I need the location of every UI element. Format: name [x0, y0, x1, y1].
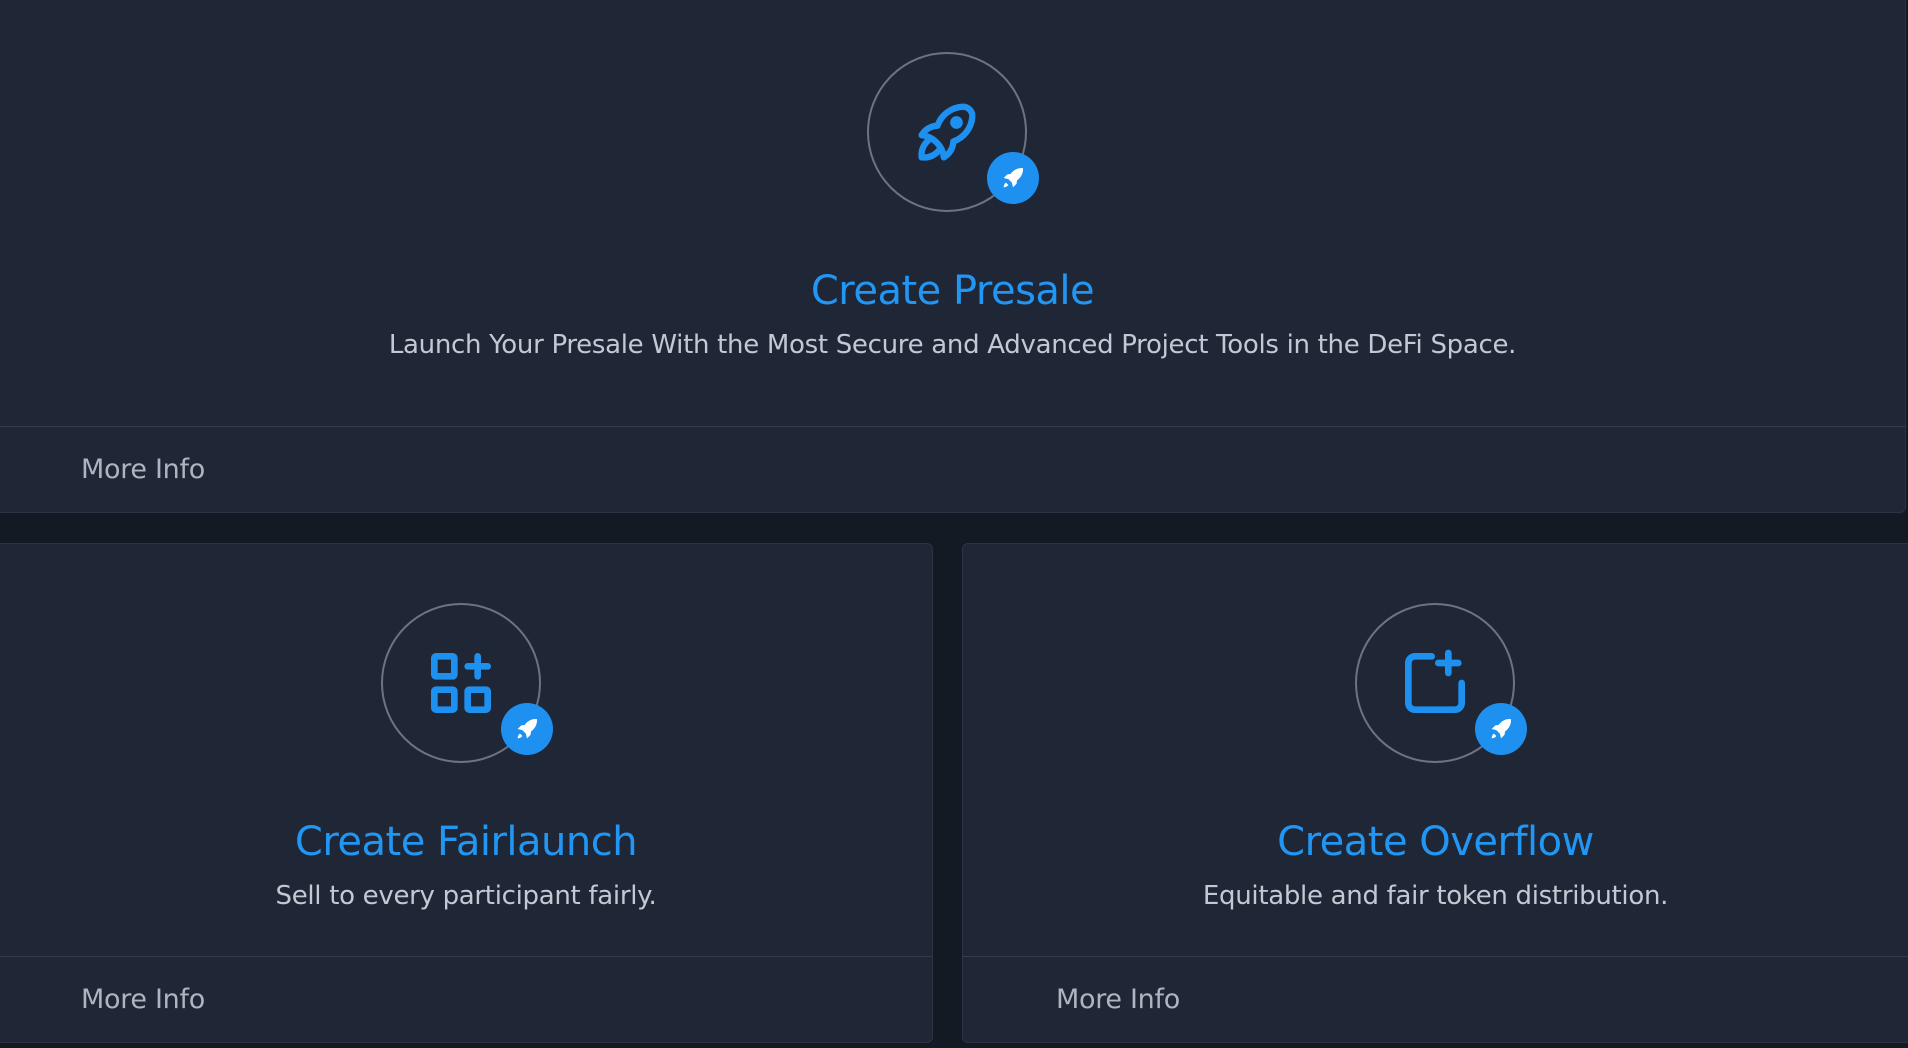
- page: Create Presale Launch Your Presale With …: [0, 0, 1908, 1048]
- fairlaunch-title: Create Fairlaunch: [294, 819, 638, 865]
- presale-more-info-link[interactable]: More Info: [81, 454, 205, 485]
- fairlaunch-more-info-link[interactable]: More Info: [81, 984, 205, 1015]
- overflow-more-info-link[interactable]: More Info: [1056, 984, 1180, 1015]
- rocket-badge-icon: [1475, 703, 1527, 755]
- presale-icon-wrap: [867, 52, 1039, 212]
- fairlaunch-description: Sell to every participant fairly.: [275, 881, 657, 911]
- overflow-card[interactable]: Create Overflow Equitable and fair token…: [962, 543, 1908, 1043]
- fairlaunch-footer: More Info: [0, 956, 932, 1042]
- rocket-badge-icon: [987, 152, 1039, 204]
- overflow-title: Create Overflow: [1277, 819, 1594, 865]
- presale-footer: More Info: [0, 426, 1905, 512]
- presale-card[interactable]: Create Presale Launch Your Presale With …: [0, 0, 1906, 513]
- apps-add-icon: [431, 653, 491, 713]
- overflow-footer: More Info: [963, 956, 1908, 1042]
- square-plus-icon: [1405, 649, 1465, 713]
- rocket-badge-icon: [501, 703, 553, 755]
- fairlaunch-icon-wrap: [381, 603, 553, 763]
- fairlaunch-card[interactable]: Create Fairlaunch Sell to every particip…: [0, 543, 933, 1043]
- rocket-icon: [918, 103, 976, 161]
- overflow-icon-wrap: [1355, 603, 1527, 763]
- overflow-description: Equitable and fair token distribution.: [1202, 881, 1669, 911]
- presale-description: Launch Your Presale With the Most Secure…: [388, 330, 1517, 360]
- presale-title: Create Presale: [810, 268, 1095, 314]
